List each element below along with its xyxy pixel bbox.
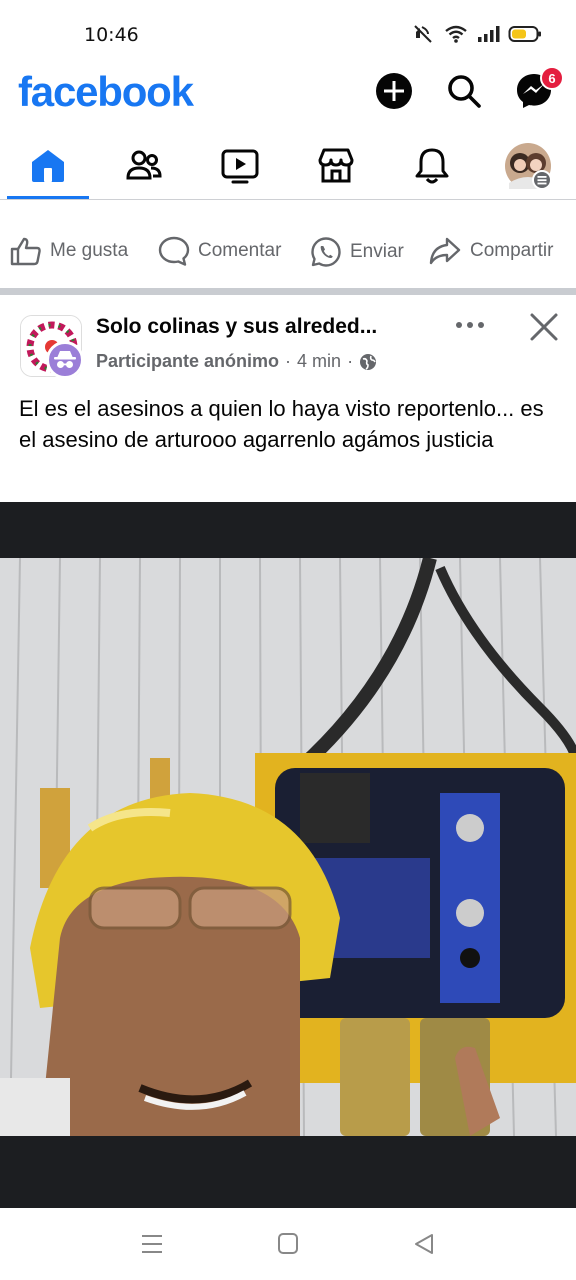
app-header: facebook — [0, 66, 576, 124]
post-more-button[interactable] — [450, 315, 490, 335]
menu-button[interactable] — [138, 1232, 166, 1256]
tab-profile[interactable] — [483, 134, 573, 198]
share-icon — [429, 237, 461, 265]
meta-separator: · — [285, 351, 292, 371]
home-system-button[interactable] — [274, 1232, 302, 1256]
tab-friends[interactable] — [99, 134, 189, 198]
wifi-icon — [445, 25, 467, 43]
post-time[interactable]: 4 min — [297, 351, 341, 372]
dot — [456, 322, 462, 328]
post-author[interactable]: Participante anónimo — [96, 351, 279, 372]
like-icon — [10, 237, 41, 266]
menu-icon — [142, 1235, 162, 1253]
share-label: Compartir — [470, 240, 554, 261]
post-separator — [0, 288, 576, 295]
profile-avatar — [505, 143, 552, 190]
marketplace-icon — [318, 148, 354, 183]
share-button[interactable]: Compartir — [428, 236, 553, 266]
like-button[interactable]: Me gusta — [10, 236, 128, 266]
like-label: Me gusta — [50, 240, 129, 261]
meta-separator-2: · — [347, 351, 354, 371]
dot — [467, 322, 473, 328]
tab-home[interactable] — [3, 134, 93, 199]
comment-icon — [158, 236, 190, 266]
signal-icon — [478, 26, 500, 42]
whatsapp-icon — [311, 237, 341, 267]
comment-label: Comentar — [198, 240, 282, 261]
main-nav — [0, 134, 576, 200]
status-time: 10:46 — [84, 24, 139, 46]
friends-icon — [126, 150, 162, 180]
facebook-logo[interactable]: facebook — [18, 68, 194, 116]
previous-post-actions: Me gusta Comentar Enviar Compartir — [0, 200, 576, 290]
back-button[interactable] — [410, 1232, 438, 1256]
home-square-icon — [278, 1233, 298, 1254]
home-icon — [32, 150, 64, 182]
video-icon — [221, 149, 259, 184]
mute-icon — [414, 25, 432, 43]
close-icon — [530, 313, 558, 341]
post-photo[interactable] — [0, 558, 576, 1136]
group-name[interactable]: Solo colinas y sus alreded... — [96, 315, 377, 339]
tab-notifications[interactable] — [387, 134, 477, 198]
search-icon — [448, 75, 481, 108]
globe-icon — [360, 353, 377, 370]
tab-marketplace[interactable] — [291, 134, 381, 198]
create-icon — [376, 73, 412, 109]
create-button[interactable] — [375, 72, 413, 110]
status-bar: 10:46 — [0, 0, 576, 66]
send-label: Enviar — [350, 241, 404, 262]
comment-button[interactable]: Comentar — [158, 236, 281, 266]
post-close-button[interactable] — [526, 309, 562, 345]
search-button[interactable] — [445, 72, 483, 110]
post-meta: Participante anónimo · 4 min · — [96, 351, 377, 372]
status-icons — [412, 24, 542, 44]
dot — [478, 322, 484, 328]
system-nav-bar — [0, 1208, 576, 1280]
post-media[interactable] — [0, 502, 576, 1208]
post-text: El es el asesinos a quien lo haya visto … — [19, 396, 544, 452]
anonymous-avatar — [46, 341, 84, 379]
photo-image — [0, 558, 576, 1136]
bell-icon — [415, 148, 449, 184]
anonymous-icon — [54, 351, 76, 368]
post-card: Solo colinas y sus alreded... Participan… — [0, 295, 576, 502]
send-button[interactable]: Enviar — [310, 236, 404, 268]
tab-video[interactable] — [195, 134, 285, 198]
back-icon — [415, 1234, 433, 1254]
battery-icon — [508, 26, 541, 42]
messenger-badge: 6 — [540, 66, 564, 90]
